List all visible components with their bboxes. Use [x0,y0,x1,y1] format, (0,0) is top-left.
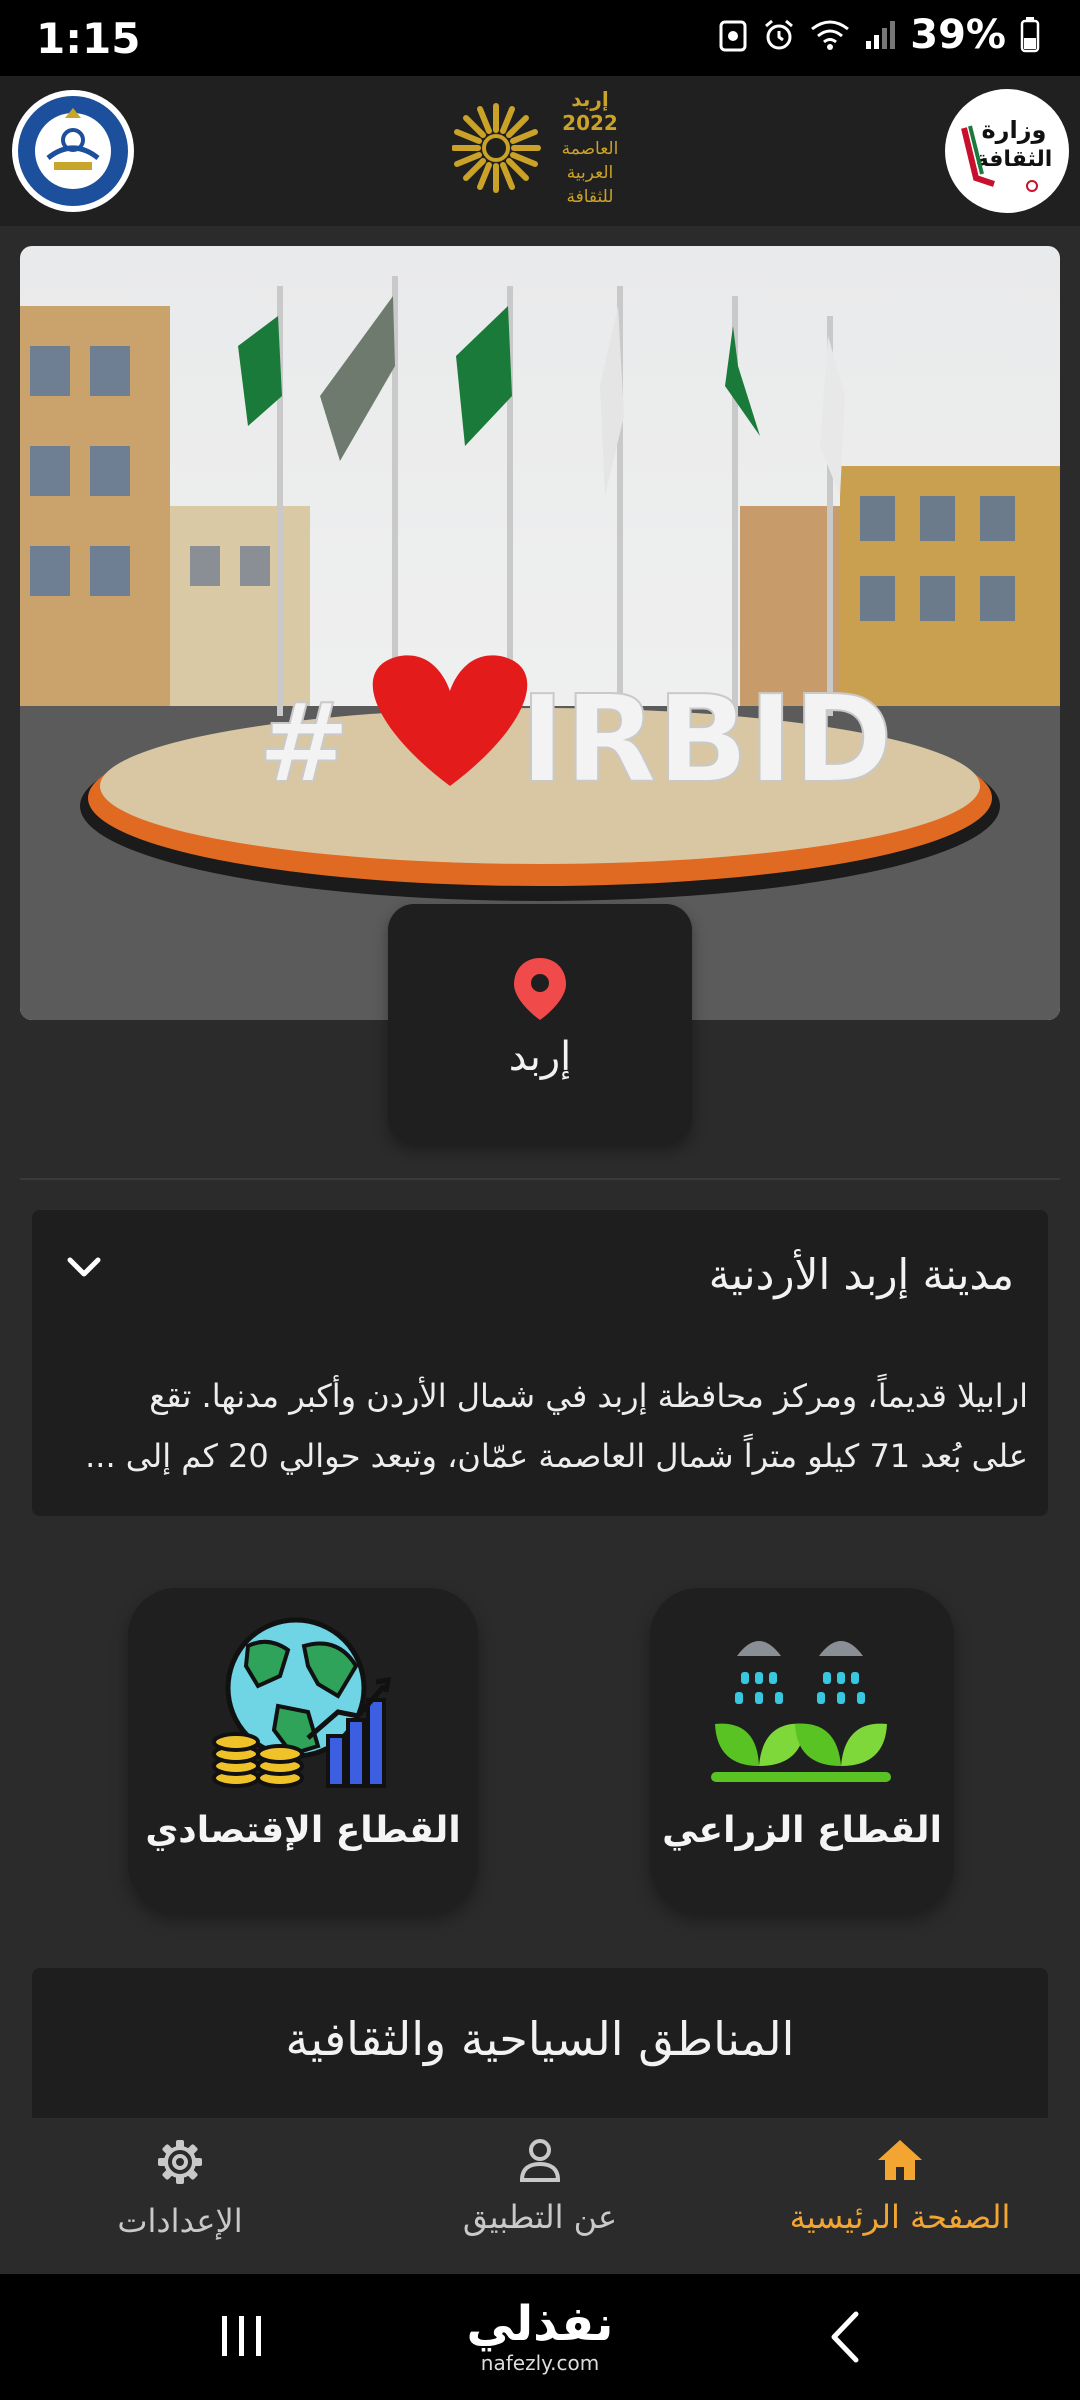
chevron-down-icon[interactable] [66,1256,102,1284]
nafezly-watermark: نفذلي nafezly.com [460,2296,620,2374]
app-header: إربد 2022 العاصمة العربية للثقافة وزارة … [0,76,1080,226]
battery-percent: 39% [910,12,1006,58]
city-about-line-2: على بُعد 71 كيلو متراً شمال العاصمة عمّا… [85,1437,1028,1475]
ministry-of-culture-logo: وزارة الثقافة [944,88,1070,214]
nav-home[interactable]: الصفحة الرئيسية [750,2138,1050,2236]
status-icons: 39% [718,12,1040,58]
logo-text-ministry: وزارة [982,116,1047,144]
economic-sector-label: القطاع الإقتصادي [145,1810,461,1851]
alarm-icon [762,18,796,52]
battery-icon [1020,17,1040,53]
university-logo [10,88,136,214]
economic-sector-card[interactable]: القطاع الإقتصادي [128,1588,478,1912]
back-icon[interactable] [828,2310,862,2368]
logo-text-year: 2022 [562,111,618,135]
wifi-icon [810,19,850,51]
city-about-text: ارابيلا قديماً، ومركز محافظة إربد في شما… [62,1366,1028,1486]
status-time: 1:15 [36,14,141,63]
logo-text-irbid: إربد [571,87,608,111]
logo-text-arab: العربية [567,163,613,183]
recent-apps-icon[interactable] [218,2314,266,2362]
tourism-culture-title: المناطق السياحية والثقافية [285,2012,795,2066]
location-label: إربد [508,1034,572,1080]
location-card[interactable]: إربد [388,904,692,1144]
nav-about-app[interactable]: عن التطبيق [390,2138,690,2236]
status-bar: 1:15 39% [0,0,1080,76]
nav-about-app-label: عن التطبيق [462,2198,618,2236]
gear-icon [30,2138,330,2190]
signal-icon [864,19,896,51]
logo-text-culture: للثقافة [567,187,614,207]
agricultural-sector-card[interactable]: القطاع الزراعي [650,1588,954,1912]
svg-text:IRBID: IRBID [520,671,893,810]
agriculture-sprinkler-plants-icon [707,1616,897,1800]
nav-settings-label: الإعدادات [117,2202,243,2240]
person-icon [390,2138,690,2186]
data-saver-icon [718,18,748,52]
bottom-navigation: الصفحة الرئيسية عن التطبيق الإعدادات [0,2118,1080,2274]
system-navigation-bar: نفذلي nafezly.com [0,2274,1080,2400]
nav-settings[interactable]: الإعدادات [30,2138,330,2240]
svg-text:#: # [258,679,350,807]
divider [20,1178,1060,1180]
watermark-main: نفذلي [466,2296,614,2352]
agricultural-sector-label: القطاع الزراعي [662,1810,942,1851]
city-about-card[interactable]: مدينة إربد الأردنية ارابيلا قديماً، ومرك… [32,1210,1048,1516]
city-about-title: مدينة إربد الأردنية [708,1250,1014,1299]
home-icon [750,2138,1050,2186]
nav-home-label: الصفحة الرئيسية [789,2198,1011,2236]
economy-globe-coins-icon [208,1616,398,1800]
irbid-2022-logo: إربد 2022 العاصمة العربية للثقافة [451,84,628,220]
tourism-culture-card[interactable]: المناطق السياحية والثقافية [32,1968,1048,2118]
logo-text-capital: العاصمة [562,139,619,159]
watermark-sub: nafezly.com [480,2351,600,2375]
city-about-line-1: ارابيلا قديماً، ومركز محافظة إربد في شما… [149,1377,1028,1415]
location-pin-icon [512,956,568,1026]
logo-text-culture-word: الثقافة [976,147,1053,172]
